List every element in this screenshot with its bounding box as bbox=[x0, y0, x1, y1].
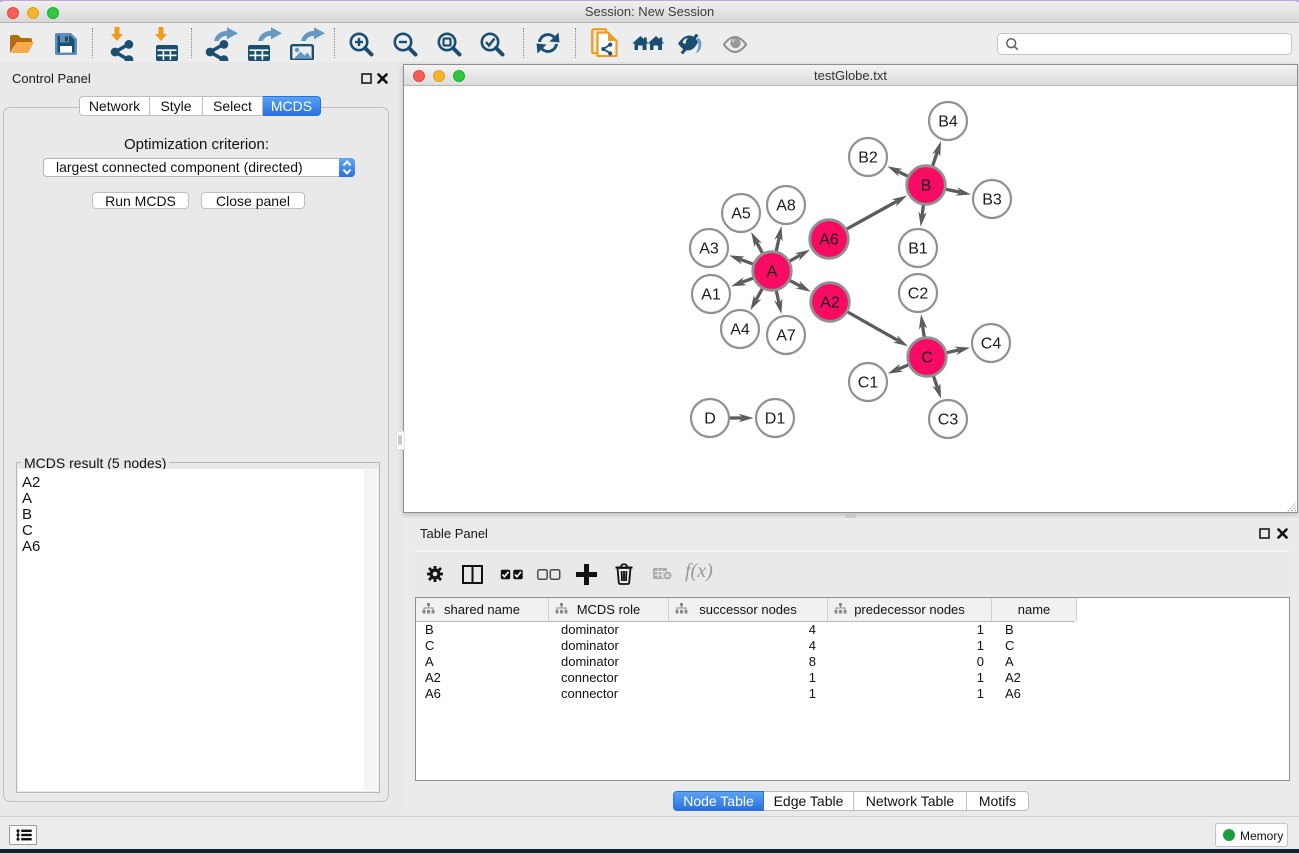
svg-text:D1: D1 bbox=[765, 411, 786, 428]
svg-text:C: C bbox=[921, 350, 933, 367]
svg-text:D: D bbox=[704, 411, 716, 428]
svg-text:A7: A7 bbox=[776, 328, 796, 345]
svg-text:A2: A2 bbox=[820, 295, 840, 312]
svg-text:C3: C3 bbox=[938, 412, 959, 429]
svg-text:C2: C2 bbox=[908, 286, 929, 303]
svg-text:B1: B1 bbox=[908, 241, 928, 258]
svg-text:A8: A8 bbox=[776, 198, 796, 215]
svg-text:A: A bbox=[767, 264, 778, 281]
svg-text:C1: C1 bbox=[858, 375, 879, 392]
svg-text:A3: A3 bbox=[699, 241, 719, 258]
svg-text:A1: A1 bbox=[701, 287, 721, 304]
svg-text:B: B bbox=[921, 178, 932, 195]
svg-text:A5: A5 bbox=[731, 206, 751, 223]
svg-text:A4: A4 bbox=[730, 322, 750, 339]
svg-text:C4: C4 bbox=[981, 336, 1002, 353]
svg-text:B4: B4 bbox=[938, 114, 958, 131]
svg-text:B3: B3 bbox=[982, 192, 1002, 209]
svg-text:B2: B2 bbox=[858, 150, 878, 167]
svg-text:A6: A6 bbox=[819, 232, 839, 249]
